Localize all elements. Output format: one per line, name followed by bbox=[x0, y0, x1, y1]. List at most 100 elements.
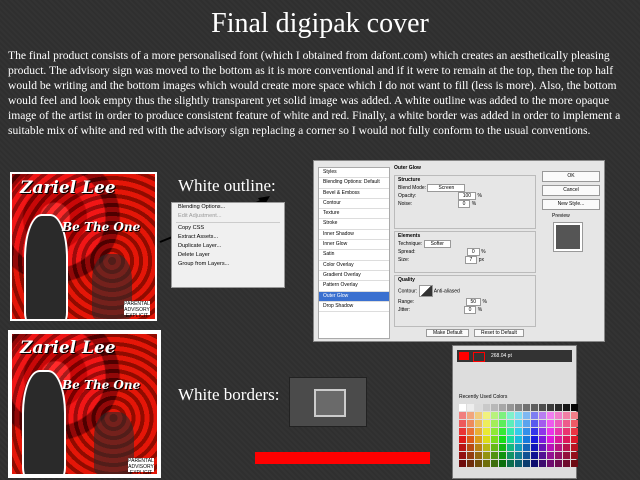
size-input[interactable]: 7 bbox=[464, 256, 478, 264]
color-swatch[interactable] bbox=[483, 412, 490, 419]
style-item[interactable]: Blending Options: Default bbox=[319, 178, 389, 189]
color-swatch[interactable] bbox=[547, 420, 554, 427]
menu-item-extract-assets[interactable]: Extract Assets... bbox=[172, 233, 284, 242]
color-swatch[interactable] bbox=[571, 420, 578, 427]
style-item[interactable]: Styles bbox=[319, 168, 389, 179]
color-swatch[interactable] bbox=[491, 420, 498, 427]
color-swatch[interactable] bbox=[531, 436, 538, 443]
color-swatch[interactable] bbox=[499, 404, 506, 411]
style-item[interactable]: Gradient Overlay bbox=[319, 271, 389, 282]
color-swatch[interactable] bbox=[539, 404, 546, 411]
color-swatch[interactable] bbox=[523, 404, 530, 411]
color-swatch[interactable] bbox=[515, 444, 522, 451]
color-swatch[interactable] bbox=[507, 404, 514, 411]
color-swatch[interactable] bbox=[563, 420, 570, 427]
style-item[interactable]: Bevel & Emboss bbox=[319, 189, 389, 199]
color-swatch[interactable] bbox=[467, 444, 474, 451]
color-swatch[interactable] bbox=[571, 444, 578, 451]
color-swatch[interactable] bbox=[459, 460, 466, 467]
ok-button[interactable]: OK bbox=[542, 171, 600, 182]
blend-mode-select[interactable]: Screen bbox=[427, 184, 466, 192]
color-swatch[interactable] bbox=[547, 444, 554, 451]
color-swatch[interactable] bbox=[507, 460, 514, 467]
color-swatch[interactable] bbox=[459, 428, 466, 435]
fill-red-icon[interactable] bbox=[459, 352, 469, 360]
color-swatch[interactable] bbox=[483, 428, 490, 435]
color-swatch[interactable] bbox=[539, 436, 546, 443]
color-swatch[interactable] bbox=[491, 460, 498, 467]
new-style-button[interactable]: New Style... bbox=[542, 199, 600, 210]
stroke-red-icon[interactable] bbox=[473, 352, 485, 362]
antialiased-checkbox[interactable]: Anti-aliased bbox=[434, 288, 460, 294]
color-swatch[interactable] bbox=[507, 428, 514, 435]
color-swatch[interactable] bbox=[539, 420, 546, 427]
color-swatch[interactable] bbox=[475, 452, 482, 459]
color-swatch[interactable] bbox=[515, 420, 522, 427]
color-swatch[interactable] bbox=[523, 444, 530, 451]
color-swatch[interactable] bbox=[515, 452, 522, 459]
color-swatch[interactable] bbox=[459, 420, 466, 427]
color-swatch[interactable] bbox=[467, 428, 474, 435]
style-item[interactable]: Contour bbox=[319, 199, 389, 210]
color-swatch[interactable] bbox=[563, 412, 570, 419]
menu-item-edit-adjustment[interactable]: Edit Adjustment... bbox=[172, 212, 284, 221]
color-swatch[interactable] bbox=[555, 428, 562, 435]
color-swatch[interactable] bbox=[475, 404, 482, 411]
spread-input[interactable]: 0 bbox=[466, 248, 480, 256]
color-swatch[interactable] bbox=[539, 452, 546, 459]
color-swatch[interactable] bbox=[515, 428, 522, 435]
menu-item-delete-layer[interactable]: Delete Layer bbox=[172, 251, 284, 260]
color-swatch[interactable] bbox=[531, 412, 538, 419]
color-swatch[interactable] bbox=[547, 412, 554, 419]
color-swatch[interactable] bbox=[547, 460, 554, 467]
opacity-input[interactable]: 100 bbox=[457, 192, 477, 200]
color-swatch[interactable] bbox=[539, 460, 546, 467]
color-swatch[interactable] bbox=[555, 452, 562, 459]
color-swatch[interactable] bbox=[475, 436, 482, 443]
color-swatch[interactable] bbox=[531, 428, 538, 435]
menu-item-duplicate-layer[interactable]: Duplicate Layer... bbox=[172, 242, 284, 251]
style-item-selected[interactable]: Outer Glow bbox=[319, 291, 389, 302]
color-swatch[interactable] bbox=[555, 420, 562, 427]
style-item[interactable]: Texture bbox=[319, 209, 389, 220]
style-item[interactable]: Inner Shadow bbox=[319, 230, 389, 241]
noise-input[interactable]: 0 bbox=[457, 200, 471, 208]
contour-picker[interactable] bbox=[418, 285, 433, 297]
style-item[interactable]: Color Overlay bbox=[319, 261, 389, 271]
color-swatch[interactable] bbox=[467, 436, 474, 443]
color-swatch[interactable] bbox=[459, 412, 466, 419]
style-item[interactable]: Stroke bbox=[319, 219, 389, 230]
color-swatch[interactable] bbox=[531, 444, 538, 451]
menu-item-copy-css[interactable]: Copy CSS bbox=[172, 224, 284, 233]
color-swatch[interactable] bbox=[547, 436, 554, 443]
color-swatch[interactable] bbox=[515, 460, 522, 467]
color-swatch[interactable] bbox=[499, 460, 506, 467]
color-swatch[interactable] bbox=[563, 404, 570, 411]
color-swatch[interactable] bbox=[475, 460, 482, 467]
color-swatch[interactable] bbox=[523, 460, 530, 467]
color-swatch[interactable] bbox=[475, 420, 482, 427]
color-swatch[interactable] bbox=[467, 460, 474, 467]
range-input[interactable]: 50 bbox=[465, 298, 482, 306]
style-item[interactable]: Pattern Overlay bbox=[319, 281, 389, 292]
color-swatch[interactable] bbox=[499, 420, 506, 427]
color-swatch[interactable] bbox=[507, 444, 514, 451]
color-swatch[interactable] bbox=[491, 404, 498, 411]
color-swatch[interactable] bbox=[523, 436, 530, 443]
color-swatch[interactable] bbox=[531, 420, 538, 427]
color-swatch[interactable] bbox=[539, 412, 546, 419]
style-item[interactable]: Drop Shadow bbox=[319, 302, 389, 313]
color-swatch[interactable] bbox=[547, 428, 554, 435]
color-swatch[interactable] bbox=[531, 460, 538, 467]
color-swatch[interactable] bbox=[499, 428, 506, 435]
color-swatch[interactable] bbox=[467, 420, 474, 427]
jitter-input[interactable]: 0 bbox=[463, 306, 477, 314]
color-swatch[interactable] bbox=[459, 436, 466, 443]
color-swatch[interactable] bbox=[539, 444, 546, 451]
color-swatch[interactable] bbox=[571, 412, 578, 419]
color-swatch[interactable] bbox=[499, 412, 506, 419]
color-swatch[interactable] bbox=[555, 404, 562, 411]
color-swatch[interactable] bbox=[459, 444, 466, 451]
color-swatch[interactable] bbox=[571, 436, 578, 443]
color-swatch[interactable] bbox=[483, 420, 490, 427]
